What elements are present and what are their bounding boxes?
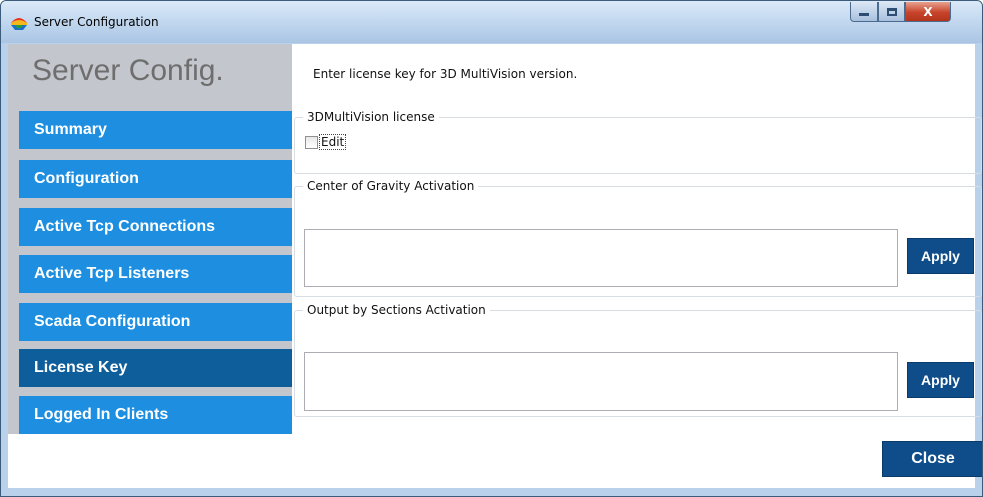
sidebar-item-label: Logged In Clients xyxy=(34,406,169,423)
sections-apply-button[interactable]: Apply xyxy=(907,362,974,398)
sidebar-item-summary[interactable]: Summary xyxy=(19,111,292,149)
server-configuration-window: Server Configuration X Server Config. Su… xyxy=(0,0,983,497)
sidebar-item-label: License Key xyxy=(34,359,128,376)
app-logo-icon xyxy=(11,18,27,30)
cog-activation-group: Center of Gravity Activation Apply xyxy=(294,179,982,297)
minimize-button[interactable] xyxy=(850,2,878,22)
cog-apply-label: Apply xyxy=(921,248,960,264)
license-group-legend: 3DMultiVision license xyxy=(303,110,439,124)
sections-activation-legend: Output by Sections Activation xyxy=(303,303,490,317)
close-icon: X xyxy=(923,4,933,19)
maximize-icon xyxy=(886,7,897,16)
cog-activation-input[interactable] xyxy=(304,229,898,287)
sidebar: Server Config. Summary Configuration Act… xyxy=(8,44,292,434)
sidebar-item-label: Active Tcp Connections xyxy=(34,218,216,235)
sidebar-item-active-tcp-listeners[interactable]: Active Tcp Listeners xyxy=(19,255,292,293)
license-key-panel: Enter license key for 3D MultiVision ver… xyxy=(292,44,982,488)
sections-activation-input[interactable] xyxy=(304,352,898,411)
client-area: Server Config. Summary Configuration Act… xyxy=(8,44,982,488)
license-group: 3DMultiVision license Edit xyxy=(294,110,982,174)
sidebar-item-label: Scada Configuration xyxy=(34,313,191,330)
close-button-label: Close xyxy=(911,450,955,467)
sections-activation-group: Output by Sections Activation Apply xyxy=(294,303,982,417)
sidebar-item-active-tcp-connections[interactable]: Active Tcp Connections xyxy=(19,208,292,246)
maximize-button[interactable] xyxy=(878,2,905,22)
intro-text: Enter license key for 3D MultiVision ver… xyxy=(313,67,578,81)
sidebar-item-label: Active Tcp Listeners xyxy=(34,265,190,282)
sidebar-item-license-key[interactable]: License Key xyxy=(19,349,292,387)
edit-checkbox-label[interactable]: Edit xyxy=(319,134,347,150)
title-bar[interactable]: Server Configuration X xyxy=(1,1,982,43)
sidebar-header: Server Config. xyxy=(32,54,224,87)
sidebar-item-scada-configuration[interactable]: Scada Configuration xyxy=(19,303,292,341)
minimize-icon xyxy=(859,13,869,16)
window-title: Server Configuration xyxy=(34,15,159,29)
cog-activation-legend: Center of Gravity Activation xyxy=(303,179,479,193)
sidebar-item-label: Configuration xyxy=(34,170,139,187)
sidebar-item-logged-in-clients[interactable]: Logged In Clients xyxy=(19,396,292,434)
close-button[interactable]: Close xyxy=(882,441,982,477)
sections-apply-label: Apply xyxy=(921,372,960,388)
sidebar-item-configuration[interactable]: Configuration xyxy=(19,160,292,198)
edit-checkbox[interactable] xyxy=(305,136,318,149)
cog-apply-button[interactable]: Apply xyxy=(907,238,974,274)
sidebar-item-label: Summary xyxy=(34,121,107,138)
close-window-button[interactable]: X xyxy=(905,2,951,22)
